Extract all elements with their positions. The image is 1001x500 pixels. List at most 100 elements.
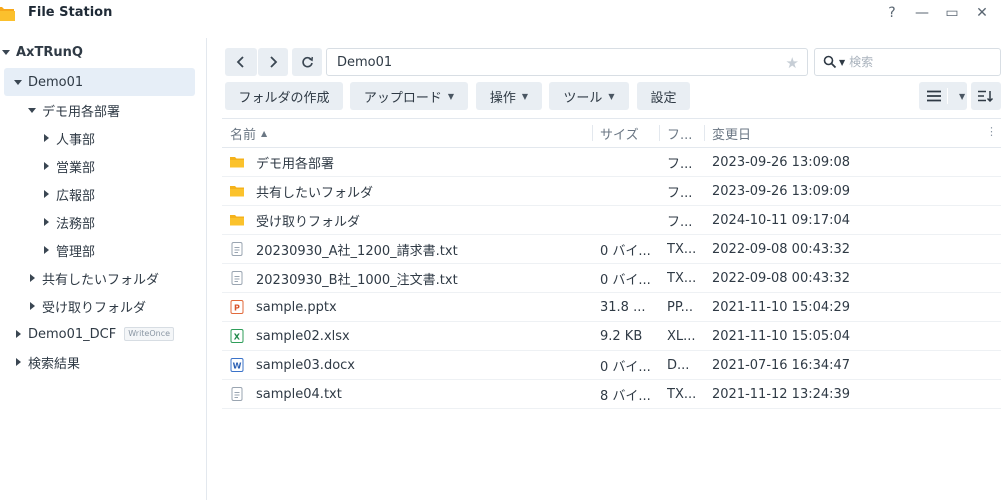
text-file-icon [230, 271, 244, 285]
tree-item-receive-folder[interactable]: 受け取りフォルダ [26, 292, 146, 320]
table-row[interactable]: 20230930_B社_1000_注文書.txt 0 バイ... TX... 2… [222, 264, 1001, 293]
maximize-icon[interactable]: ▭ [937, 3, 967, 23]
search-input[interactable] [849, 55, 990, 69]
back-button[interactable] [225, 48, 257, 76]
file-type: TX... [667, 270, 697, 286]
file-name: 20230930_B社_1000_注文書.txt [256, 272, 458, 288]
app-title: File Station [28, 5, 113, 20]
column-header-modified[interactable]: 変更日 [712, 119, 952, 147]
minimize-icon[interactable]: — [907, 3, 937, 23]
column-header-type-label: フ... [667, 127, 693, 143]
file-name: sample03.docx [256, 357, 355, 373]
chevron-left-icon [236, 56, 244, 68]
action-label: 操作 [489, 90, 516, 106]
tree-item-label: デモ用各部署 [42, 104, 121, 120]
help-icon[interactable]: ? [877, 3, 907, 23]
caret-right-icon[interactable] [26, 272, 38, 284]
upload-button[interactable]: アップロード ▼ [350, 82, 468, 110]
refresh-icon [301, 56, 313, 67]
caret-right-icon[interactable] [12, 356, 24, 368]
column-header-type[interactable]: フ... [667, 119, 707, 147]
tree-item-label: 営業部 [56, 160, 96, 176]
tree-item-root[interactable]: AxTRunQ [0, 38, 200, 66]
column-header-name[interactable]: 名前 ▲ [230, 119, 590, 147]
column-divider[interactable] [659, 125, 660, 141]
caret-right-icon[interactable] [40, 216, 52, 228]
caret-right-icon[interactable] [26, 300, 38, 312]
tree-item-demo-departments[interactable]: デモ用各部署 [26, 96, 120, 124]
tree-item-demo01-dcf[interactable]: Demo01_DCF WriteOnce [12, 320, 175, 348]
column-divider[interactable] [592, 125, 593, 141]
file-modified: 2023-09-26 13:09:09 [712, 183, 851, 199]
file-type: PP... [667, 299, 694, 315]
close-icon[interactable]: ✕ [967, 3, 997, 23]
tree-item-demo01[interactable]: Demo01 [4, 68, 195, 96]
file-name: sample.pptx [256, 299, 337, 315]
caret-right-icon[interactable] [40, 160, 52, 172]
table-row[interactable]: Xsample02.xlsx 9.2 KB XL... 2021-11-10 1… [222, 322, 1001, 351]
search-options-caret-icon[interactable]: ▼ [839, 58, 845, 67]
caret-right-icon[interactable] [40, 244, 52, 256]
table-row[interactable]: Psample.pptx 31.8 ... PP... 2021-11-10 1… [222, 293, 1001, 322]
column-header-modified-label: 変更日 [712, 127, 752, 143]
path-input[interactable]: Demo01 ★ [326, 48, 808, 76]
column-options-icon[interactable]: ⋮ [986, 125, 997, 138]
tree-item-hr[interactable]: 人事部 [40, 124, 95, 152]
table-row[interactable]: 共有したいフォルダ フ... 2023-09-26 13:09:09 [222, 177, 1001, 206]
tree-item-shared-folder[interactable]: 共有したいフォルダ [26, 264, 159, 292]
caret-down-icon[interactable] [0, 46, 12, 58]
file-modified: 2022-09-08 00:43:32 [712, 241, 851, 257]
forward-button[interactable] [258, 48, 288, 76]
tree-item-label: 法務部 [56, 216, 96, 232]
file-size: 31.8 ... [600, 299, 646, 315]
caret-right-icon[interactable] [40, 132, 52, 144]
table-row[interactable]: 20230930_A社_1200_請求書.txt 0 バイ... TX... 2… [222, 235, 1001, 264]
tree-item-legal[interactable]: 法務部 [40, 208, 95, 236]
search-box[interactable]: ▼ [814, 48, 1001, 76]
table-row[interactable]: 受け取りフォルダ フ... 2024-10-11 09:17:04 [222, 206, 1001, 235]
settings-button[interactable]: 設定 [637, 82, 690, 110]
file-type: TX... [667, 386, 697, 402]
tree-item-label: 受け取りフォルダ [42, 300, 147, 316]
dropdown-caret-icon: ▼ [521, 91, 529, 101]
caret-down-icon[interactable] [12, 76, 24, 88]
caret-down-icon[interactable] [26, 104, 38, 116]
text-file-icon [230, 387, 244, 401]
tree-item-label: 共有したいフォルダ [42, 272, 160, 288]
dropdown-caret-icon: ▼ [608, 91, 615, 101]
column-header-name-label: 名前 [230, 127, 257, 143]
view-mode-button[interactable]: ▼ [919, 82, 967, 110]
tree-item-admin[interactable]: 管理部 [40, 236, 95, 264]
tree-item-label: 人事部 [56, 132, 96, 148]
tree-item-sales[interactable]: 営業部 [40, 152, 95, 180]
refresh-button[interactable] [292, 48, 322, 76]
caret-right-icon[interactable] [40, 188, 52, 200]
file-modified: 2021-11-10 15:05:04 [712, 328, 851, 344]
action-button[interactable]: 操作 ▼ [476, 82, 542, 110]
create-folder-button[interactable]: フォルダの作成 [225, 82, 343, 110]
file-name: 20230930_A社_1200_請求書.txt [256, 243, 458, 259]
file-modified: 2021-11-12 13:24:39 [712, 386, 851, 402]
column-divider[interactable] [704, 125, 705, 141]
file-type: TX... [667, 241, 697, 257]
settings-label: 設定 [650, 90, 677, 106]
search-icon[interactable] [823, 55, 837, 69]
tools-button[interactable]: ツール ▼ [549, 82, 629, 110]
table-row[interactable]: sample04.txt 8 バイ... TX... 2021-11-12 13… [222, 380, 1001, 409]
table-row[interactable]: Wsample03.docx 0 バイ... D... 2021-07-16 1… [222, 351, 1001, 380]
file-name: デモ用各部署 [256, 156, 335, 172]
create-folder-label: フォルダの作成 [238, 90, 330, 106]
file-list-header: 名前 ▲ サイズ フ... 変更日 ⋮ [222, 118, 1001, 148]
column-header-size[interactable]: サイズ [600, 119, 660, 147]
folder-icon [230, 184, 244, 198]
list-view-icon [927, 90, 941, 102]
favorite-star-icon[interactable]: ★ [786, 54, 799, 72]
title-bar: File Station ? — ▭ ✕ [0, 0, 1001, 28]
svg-text:W: W [233, 362, 242, 371]
tree-item-pr[interactable]: 広報部 [40, 180, 95, 208]
caret-right-icon[interactable] [12, 328, 24, 340]
column-header-size-label: サイズ [600, 127, 639, 143]
table-row[interactable]: デモ用各部署 フ... 2023-09-26 13:09:08 [222, 148, 1001, 177]
sort-button[interactable] [971, 82, 1001, 110]
tree-item-search-results[interactable]: 検索結果 [12, 348, 80, 376]
